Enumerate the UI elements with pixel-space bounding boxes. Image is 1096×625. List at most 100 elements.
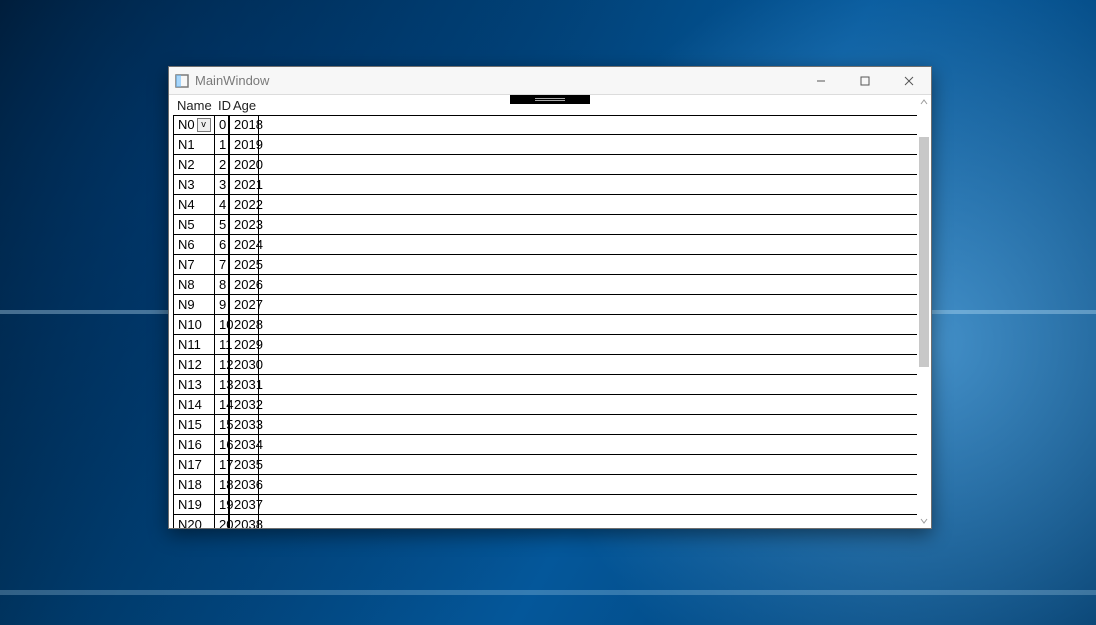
cell-name[interactable]: N13 [173, 375, 214, 395]
cell-id[interactable]: 20 [214, 515, 229, 528]
vertical-scrollbar[interactable] [917, 95, 931, 528]
cell-age[interactable]: 2033 [229, 415, 259, 435]
table-row[interactable]: N882026 [169, 275, 917, 295]
scroll-up-arrow-icon[interactable] [917, 95, 931, 109]
cell-name[interactable]: N20 [173, 515, 214, 528]
cell-name[interactable]: N12 [173, 355, 214, 375]
cell-name[interactable]: N0v [173, 115, 214, 135]
cell-id[interactable]: 11 [214, 335, 229, 355]
cell-id[interactable]: 8 [214, 275, 229, 295]
scroll-track[interactable] [917, 109, 931, 514]
cell-id[interactable]: 4 [214, 195, 229, 215]
table-row[interactable]: N992027 [169, 295, 917, 315]
cell-age[interactable]: 2020 [229, 155, 259, 175]
cell-id[interactable]: 7 [214, 255, 229, 275]
cell-id[interactable]: 1 [214, 135, 229, 155]
titlebar[interactable]: MainWindow [169, 67, 931, 95]
close-button[interactable] [887, 67, 931, 95]
cell-id[interactable]: 9 [214, 295, 229, 315]
cell-id[interactable]: 14 [214, 395, 229, 415]
cell-id[interactable]: 13 [214, 375, 229, 395]
table-row[interactable]: N19192037 [169, 495, 917, 515]
cell-name[interactable]: N2 [173, 155, 214, 175]
table-row[interactable]: N2 22020 [169, 155, 917, 175]
cell-name[interactable]: N8 [173, 275, 214, 295]
cell-id[interactable]: 5 [214, 215, 229, 235]
scroll-down-arrow-icon[interactable] [917, 514, 931, 528]
table-row[interactable]: N14142032 [169, 395, 917, 415]
cell-age[interactable]: 2029 [229, 335, 259, 355]
table-row[interactable]: N13132031 [169, 375, 917, 395]
cell-age[interactable]: 2027 [229, 295, 259, 315]
data-grid[interactable]: Name ID Age N0v02018N112019N222020N33202… [169, 95, 917, 528]
cell-age[interactable]: 2036 [229, 475, 259, 495]
cell-age[interactable]: 2026 [229, 275, 259, 295]
cell-id[interactable]: 12 [214, 355, 229, 375]
cell-age[interactable]: 2023 [229, 215, 259, 235]
combobox-dropdown-button[interactable]: v [197, 118, 211, 132]
cell-age[interactable]: 2035 [229, 455, 259, 475]
table-row[interactable]: N332021 [169, 175, 917, 195]
header-name[interactable]: Name [173, 98, 214, 113]
table-row[interactable]: N772025 [169, 255, 917, 275]
cell-name[interactable]: N1 [173, 135, 214, 155]
table-row[interactable]: N442022 [169, 195, 917, 215]
cell-name[interactable]: N16 [173, 435, 214, 455]
maximize-button[interactable] [843, 67, 887, 95]
cell-name[interactable]: N17 [173, 455, 214, 475]
cell-age[interactable]: 2022 [229, 195, 259, 215]
cell-id[interactable]: 3 [214, 175, 229, 195]
cell-name[interactable]: N4 [173, 195, 214, 215]
table-row[interactable]: N15152033 [169, 415, 917, 435]
cell-name[interactable]: N14 [173, 395, 214, 415]
cell-age[interactable]: 2031 [229, 375, 259, 395]
cell-age[interactable]: 2034 [229, 435, 259, 455]
cell-id[interactable]: 17 [214, 455, 229, 475]
cell-name[interactable]: N10 [173, 315, 214, 335]
cell-id[interactable]: 2 [214, 155, 229, 175]
cell-age[interactable]: 2037 [229, 495, 259, 515]
cell-name[interactable]: N5 [173, 215, 214, 235]
cell-age[interactable]: 2030 [229, 355, 259, 375]
cell-id[interactable]: 15 [214, 415, 229, 435]
cell-id[interactable]: 6 [214, 235, 229, 255]
cell-name[interactable]: N7 [173, 255, 214, 275]
cell-age[interactable]: 2038 [229, 515, 259, 528]
header-id[interactable]: ID [214, 98, 229, 113]
table-row[interactable]: N16162034 [169, 435, 917, 455]
cell-name[interactable]: N9 [173, 295, 214, 315]
cell-age[interactable]: 2024 [229, 235, 259, 255]
table-row[interactable]: N11112029 [169, 335, 917, 355]
cell-id[interactable]: 0 [214, 115, 229, 135]
cell-age[interactable]: 2028 [229, 315, 259, 335]
window-resize-grip-top[interactable] [510, 95, 590, 104]
table-row[interactable]: N20202038 [169, 515, 917, 528]
table-row[interactable]: N662024 [169, 235, 917, 255]
table-row[interactable]: N0v02018 [169, 115, 917, 135]
cell-id[interactable]: 19 [214, 495, 229, 515]
cell-name-text: N2 [178, 156, 195, 174]
cell-id[interactable]: 10 [214, 315, 229, 335]
cell-id[interactable]: 18 [214, 475, 229, 495]
cell-age[interactable]: 2019 [229, 135, 259, 155]
cell-name[interactable]: N11 [173, 335, 214, 355]
header-age[interactable]: Age [229, 98, 259, 113]
cell-name[interactable]: N6 [173, 235, 214, 255]
scroll-thumb[interactable] [919, 137, 929, 367]
table-row[interactable]: N17172035 [169, 455, 917, 475]
cell-age[interactable]: 2021 [229, 175, 259, 195]
cell-name[interactable]: N19 [173, 495, 214, 515]
table-row[interactable]: N12122030 [169, 355, 917, 375]
table-row[interactable]: N552023 [169, 215, 917, 235]
cell-id[interactable]: 16 [214, 435, 229, 455]
minimize-button[interactable] [799, 67, 843, 95]
cell-age[interactable]: 2032 [229, 395, 259, 415]
table-row[interactable]: N112019 [169, 135, 917, 155]
cell-name[interactable]: N15 [173, 415, 214, 435]
table-row[interactable]: N18182036 [169, 475, 917, 495]
table-row[interactable]: N10102028 [169, 315, 917, 335]
cell-age[interactable]: 2018 [229, 115, 259, 135]
cell-name[interactable]: N3 [173, 175, 214, 195]
cell-age[interactable]: 2025 [229, 255, 259, 275]
cell-name[interactable]: N18 [173, 475, 214, 495]
